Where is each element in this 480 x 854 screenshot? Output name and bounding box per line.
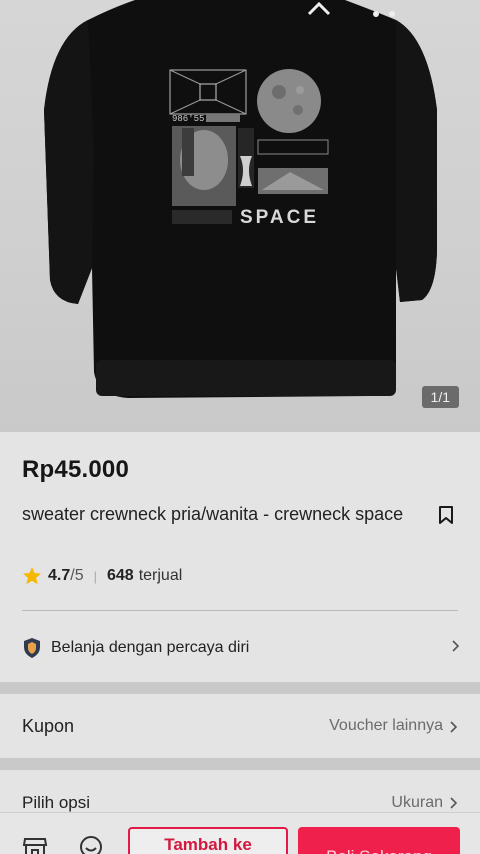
separator: | (93, 568, 97, 584)
trust-text: Belanja dengan percaya diri (51, 639, 250, 656)
shield-icon (24, 638, 40, 658)
chevron-right-icon (450, 797, 458, 809)
rating-row[interactable]: 4.7 /5 | 648 terjual (22, 566, 182, 586)
rating-value: 4.7 (48, 567, 71, 584)
chevron-right-icon (450, 721, 458, 733)
sweater-illustration: 986'55'45 SPACE (44, 0, 437, 398)
sold-count: 648 (106, 567, 134, 584)
bookmark-icon[interactable] (437, 505, 455, 525)
more-icon[interactable] (370, 0, 398, 20)
bottom-action-bar: Tambah ke Beli Sekarang (0, 812, 480, 854)
trust-row[interactable]: Belanja dengan percaya diri (22, 635, 460, 661)
options-more: Ukuran (391, 794, 443, 811)
coupon-row[interactable]: Kupon Voucher lainnya (0, 694, 480, 758)
product-price: Rp45.000 (22, 456, 129, 483)
image-counter: 1/1 (421, 386, 459, 408)
chat-icon[interactable] (78, 835, 104, 854)
print-text: SPACE (240, 207, 319, 228)
buy-now-button[interactable]: Beli Sekarang (298, 827, 460, 854)
divider (22, 610, 458, 611)
store-icon[interactable] (22, 835, 48, 854)
product-image[interactable]: 986'55'45 SPACE 1/1 (0, 0, 480, 432)
star-icon (23, 567, 41, 585)
product-title: sweater crewneck pria/wanita - crewneck … (22, 504, 404, 524)
coupon-label: Kupon (22, 716, 75, 736)
share-icon[interactable] (305, 0, 333, 20)
rating-max: /5 (70, 567, 84, 584)
sold-label: terjual (138, 567, 183, 584)
section-gap (0, 758, 480, 770)
chevron-right-icon (452, 640, 460, 652)
add-to-cart-button[interactable]: Tambah ke (128, 827, 288, 854)
coupon-more: Voucher lainnya (329, 717, 443, 734)
section-gap (0, 682, 480, 694)
options-label: Pilih opsi (22, 793, 91, 812)
product-info: Rp45.000 sweater crewneck pria/wanita - … (0, 432, 480, 682)
